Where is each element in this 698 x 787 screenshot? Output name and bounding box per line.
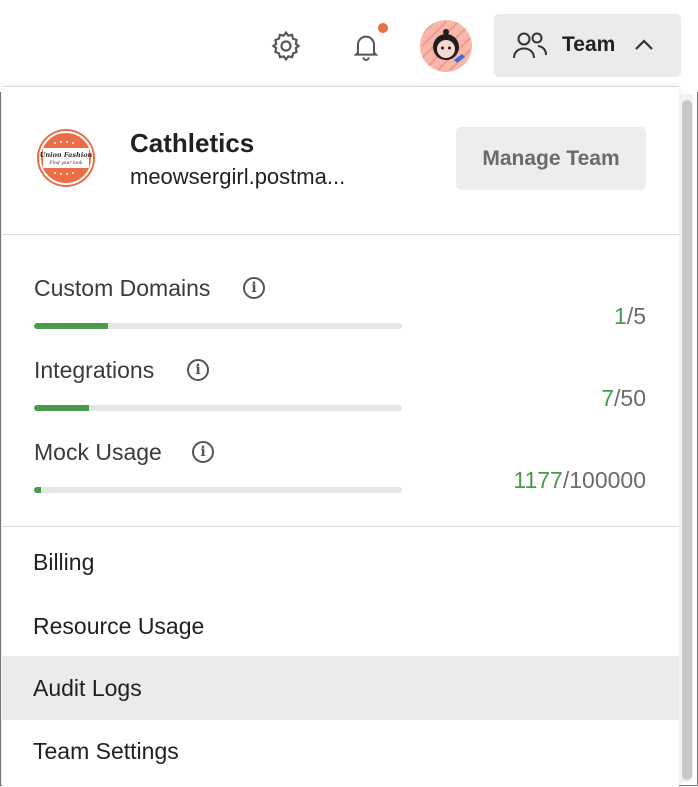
usage-progress-fill [34, 323, 108, 329]
team-name: Cathletics [130, 128, 255, 158]
usage-used: 1177 [513, 467, 563, 493]
people-icon [513, 32, 547, 59]
divider [2, 526, 679, 527]
settings-button[interactable] [266, 26, 306, 66]
info-icon[interactable]: i [243, 277, 265, 299]
usage-progress-bar [34, 405, 402, 411]
team-logo: Union Fashion Find your look [37, 129, 95, 187]
chevron-up-icon [635, 39, 653, 50]
manage-team-button[interactable]: Manage Team [456, 127, 646, 190]
usage-count: 7/50 [601, 385, 646, 412]
team-button-label: Team [562, 33, 616, 56]
menu-item-audit-logs[interactable]: Audit Logs [2, 656, 679, 720]
menu-item-resource-usage[interactable]: Resource Usage [2, 594, 679, 658]
usage-count: 1177/100000 [513, 467, 646, 494]
usage-progress-fill [34, 405, 90, 411]
usage-progress-fill [34, 487, 42, 493]
usage-label: Integrations [34, 357, 155, 383]
usage-total: /50 [614, 385, 646, 411]
team-switcher-button[interactable]: Team [494, 14, 681, 77]
gear-icon [271, 30, 301, 62]
notification-badge [376, 21, 390, 35]
usage-count: 1/5 [614, 303, 646, 330]
avatar-illustration-icon [421, 21, 471, 71]
usage-total: /5 [626, 303, 646, 329]
divider [2, 234, 679, 235]
usage-label: Custom Domains [34, 275, 211, 301]
usage-label: Mock Usage [34, 439, 162, 465]
usage-used: 1 [614, 303, 627, 329]
usage-total: /100000 [562, 467, 646, 493]
menu-item-billing[interactable]: Billing [2, 530, 679, 594]
logo-subtitle: Find your look [48, 160, 82, 166]
bell-icon [353, 35, 379, 61]
info-icon[interactable]: i [192, 441, 214, 463]
usage-progress-bar [34, 487, 402, 493]
union-fashion-logo-icon: Union Fashion Find your look [39, 131, 93, 185]
scrollbar-thumb[interactable] [682, 100, 692, 780]
usage-progress-bar [34, 323, 402, 329]
avatar[interactable] [420, 20, 472, 72]
menu-item-team-settings[interactable]: Team Settings [2, 720, 679, 782]
usage-used: 7 [601, 385, 615, 411]
info-icon[interactable]: i [187, 359, 209, 381]
top-bar: Team [0, 0, 698, 92]
team-email: meowsergirl.postma... [130, 164, 346, 189]
logo-title: Union Fashion [40, 151, 93, 159]
